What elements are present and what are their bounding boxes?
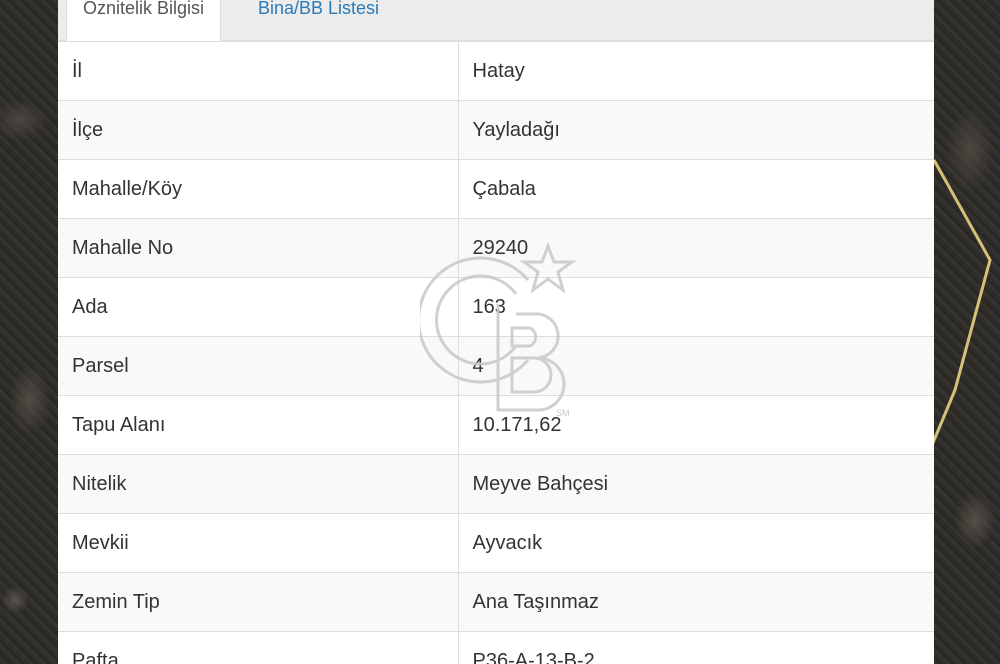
attribute-value: Çabala (458, 159, 934, 219)
table-row: Tapu Alanı 10.171,62 (58, 395, 934, 455)
attribute-label: Ada (58, 277, 459, 337)
attribute-value: 163 (458, 277, 934, 337)
attribute-label: Zemin Tip (58, 572, 459, 632)
tab-attribute-info[interactable]: Öznitelik Bilgisi (66, 0, 222, 41)
table-row: Pafta P36-A-13-B-2 (58, 631, 934, 664)
tab-building-list[interactable]: Bina/BB Listesi (242, 0, 395, 40)
attribute-label: Parsel (58, 336, 459, 396)
attribute-label: Nitelik (58, 454, 459, 514)
attribute-label: İl (58, 41, 459, 101)
attribute-label: Mahalle No (58, 218, 459, 278)
attribute-table: İl Hatay İlçe Yayladağı Mahalle/Köy Çaba… (58, 41, 934, 664)
table-row: Zemin Tip Ana Taşınmaz (58, 572, 934, 632)
attribute-value: Ana Taşınmaz (458, 572, 934, 632)
table-row: Nitelik Meyve Bahçesi (58, 454, 934, 514)
table-row: Ada 163 (58, 277, 934, 337)
attribute-value: P36-A-13-B-2 (458, 631, 934, 664)
attribute-label: Mahalle/Köy (58, 159, 459, 219)
attribute-value: 4 (458, 336, 934, 396)
attribute-value: Ayvacık (458, 513, 934, 573)
attribute-value: Hatay (458, 41, 934, 101)
tab-bar: Öznitelik Bilgisi Bina/BB Listesi (58, 0, 934, 41)
attribute-label: Tapu Alanı (58, 395, 459, 455)
attribute-label: Mevkii (58, 513, 459, 573)
table-row: Parsel 4 (58, 336, 934, 396)
attribute-value: 29240 (458, 218, 934, 278)
table-row: İl Hatay (58, 41, 934, 101)
table-row: Mahalle No 29240 (58, 218, 934, 278)
attribute-label: İlçe (58, 100, 459, 160)
table-row: Mevkii Ayvacık (58, 513, 934, 573)
attribute-value: Meyve Bahçesi (458, 454, 934, 514)
table-row: İlçe Yayladağı (58, 100, 934, 160)
table-row: Mahalle/Köy Çabala (58, 159, 934, 219)
attribute-value: Yayladağı (458, 100, 934, 160)
attribute-info-panel: Öznitelik Bilgisi Bina/BB Listesi İl Hat… (58, 0, 934, 664)
attribute-value: 10.171,62 (458, 395, 934, 455)
attribute-label: Pafta (58, 631, 459, 664)
